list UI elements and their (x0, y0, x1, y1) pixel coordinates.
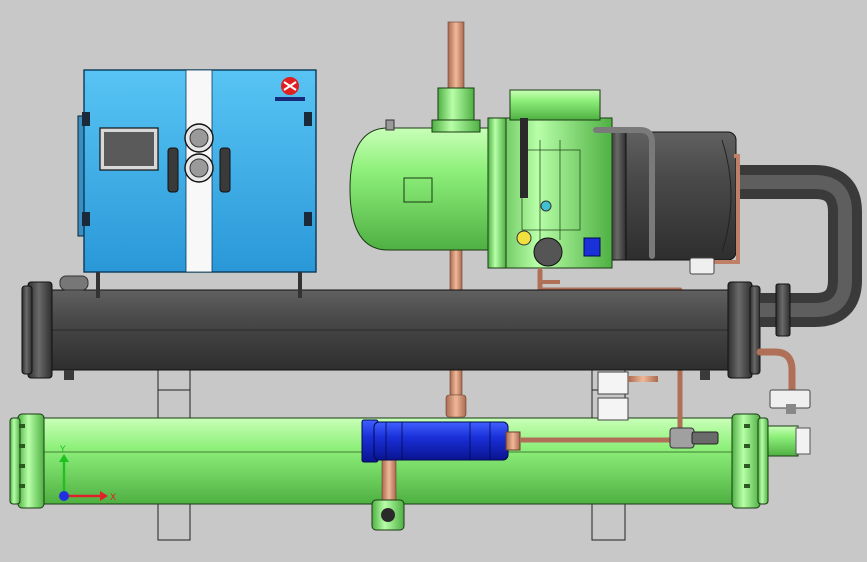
oil-separator[interactable] (349, 119, 496, 251)
axis-x-label: X (110, 493, 116, 503)
sensor-box[interactable] (689, 257, 715, 275)
control-panel[interactable] (59, 69, 317, 298)
pressure-switch[interactable] (769, 389, 811, 414)
drain-valve[interactable] (371, 499, 405, 531)
evaporator-shell[interactable] (21, 281, 761, 380)
junction-box[interactable] (597, 371, 658, 421)
cad-viewport[interactable]: X Y (0, 0, 867, 562)
start-button[interactable] (184, 123, 214, 153)
filter-drier[interactable] (361, 419, 521, 463)
liquid-injection-line (538, 268, 560, 284)
stop-button[interactable] (184, 153, 214, 183)
axis-y-label: Y (59, 445, 66, 455)
copper-return-line (756, 348, 796, 396)
discharge-flange (431, 87, 481, 133)
motor-housing[interactable] (609, 131, 737, 261)
lcd-screen[interactable] (99, 127, 159, 171)
screw-compressor[interactable] (487, 89, 613, 269)
solenoid-valve[interactable] (583, 237, 601, 257)
